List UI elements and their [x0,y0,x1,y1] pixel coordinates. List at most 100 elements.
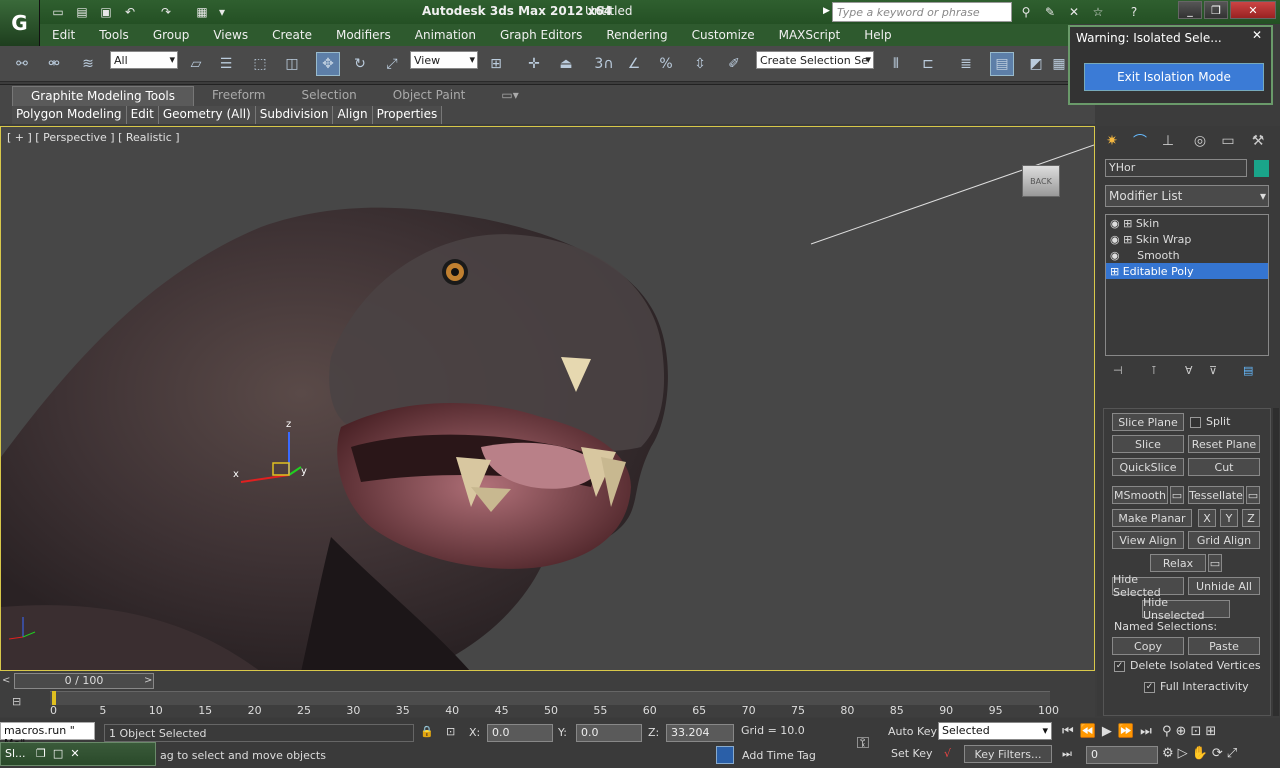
menu-modifiers[interactable]: Modifiers [324,28,403,42]
maximize-icon[interactable]: □ [53,747,63,760]
orbit-icon[interactable]: ⟳ [1212,746,1227,761]
delete-isolated-vertices-checkbox[interactable]: ✓ Delete Isolated Vertices [1114,659,1261,672]
panel-subdivision[interactable]: Subdivision [255,106,334,124]
select-object-icon[interactable]: ▱ [184,52,208,76]
previous-frame-icon[interactable]: ⏪ [1080,724,1102,739]
absolute-mode-icon[interactable]: ⊡ [446,725,455,738]
play-icon[interactable]: ▶ [1102,724,1118,739]
binoculars-icon[interactable]: ⚲ [1016,3,1036,21]
modify-tab-icon[interactable]: ⌒ [1129,130,1151,152]
menu-create[interactable]: Create [260,28,324,42]
cut-button[interactable]: Cut [1188,458,1260,476]
reference-coordinate-dropdown[interactable]: View ▾ [410,51,478,69]
hide-unselected-button[interactable]: Hide Unselected [1142,596,1230,622]
x-coordinate-input[interactable]: 0.0 [487,724,553,742]
lightbulb-icon[interactable]: ◉ [1110,249,1120,262]
unlink-icon[interactable]: ⚮ [42,52,66,76]
zoom-extents-icon[interactable]: ⊡ [1190,724,1205,739]
open-file-icon[interactable]: ▤ [72,3,92,21]
split-checkbox[interactable]: Split [1190,415,1230,428]
menu-graph-editors[interactable]: Graph Editors [488,28,594,42]
rectangular-selection-icon[interactable]: ⬚ [248,52,272,76]
paste-button[interactable]: Paste [1188,637,1260,655]
maximize-viewport-icon[interactable]: ⤢ [1227,746,1241,761]
project-folder-icon[interactable]: ▦ [192,3,212,21]
zoom-icon[interactable]: ⚲ [1162,724,1176,739]
make-unique-icon[interactable]: ∀ [1185,364,1193,377]
taskbar-item[interactable]: Sl... ❐ □ ✕ [0,742,156,766]
relax-settings-icon[interactable]: ▭ [1208,554,1222,572]
select-by-name-icon[interactable]: ☰ [214,52,238,76]
zoom-all-icon[interactable]: ⊕ [1176,724,1191,739]
set-keys-key-icon[interactable]: ⚿ [846,728,880,758]
slice-button[interactable]: Slice [1112,435,1184,453]
set-key-button[interactable]: Set Key [891,747,933,760]
viewcube[interactable]: BACK [1022,165,1060,197]
select-and-rotate-icon[interactable]: ↻ [348,52,372,76]
snaps-toggle-icon[interactable]: 3 ∩ [592,52,616,76]
field-of-view-icon[interactable]: ▷ [1178,746,1192,761]
time-slider[interactable]: 0 / 100 [14,673,154,689]
msmooth-button[interactable]: MSmooth [1112,486,1168,504]
grid-align-button[interactable]: Grid Align [1188,531,1260,549]
slice-plane-button[interactable]: Slice Plane [1112,413,1184,431]
lightbulb-icon[interactable]: ◉ [1110,233,1120,246]
maxscript-listener-field[interactable]: macros.run " Mo" [0,722,95,750]
add-time-tag[interactable]: Add Time Tag [742,749,816,762]
expand-plus-icon[interactable]: ⊞ [1123,217,1132,230]
save-icon[interactable]: ▣ [96,3,116,21]
configure-sets-icon[interactable]: ▤ [1243,364,1253,377]
key-mode-toggle-icon[interactable]: ⏭ [1062,747,1072,761]
menu-maxscript[interactable]: MAXScript [767,28,853,42]
object-color-swatch[interactable] [1254,160,1269,177]
copy-button[interactable]: Copy [1112,637,1184,655]
angle-snap-icon[interactable]: ∠ [622,52,646,76]
select-manipulate-icon[interactable]: ✛ [522,52,546,76]
mirror-icon[interactable]: ⫴ [884,52,908,76]
panel-align[interactable]: Align [333,106,373,124]
spinner-snap-icon[interactable]: ⇳ [688,52,712,76]
selection-lock-icon[interactable]: 🔒 [420,725,434,738]
menu-customize[interactable]: Customize [680,28,767,42]
selection-filter-dropdown[interactable]: All ▾ [110,51,178,69]
reset-plane-button[interactable]: Reset Plane [1188,435,1260,453]
unhide-all-button[interactable]: Unhide All [1188,577,1260,595]
select-and-scale-icon[interactable]: ⤢ [380,52,404,76]
tessellate-settings-icon[interactable]: ▭ [1246,486,1260,504]
ribbon-options-icon[interactable]: ▭▾ [483,86,536,106]
panel-polygon-modeling[interactable]: Polygon Modeling [12,106,127,124]
tab-object-paint[interactable]: Object Paint [375,86,484,106]
hide-selected-button[interactable]: Hide Selected [1112,573,1184,599]
time-marker[interactable] [52,691,56,705]
search-expand-icon[interactable]: ▶ [823,6,830,16]
full-interactivity-checkbox[interactable]: ✓ Full Interactivity [1144,680,1249,693]
redo-icon[interactable]: ↷ [156,3,176,21]
menu-views[interactable]: Views [201,28,260,42]
named-selection-sets-dropdown[interactable]: Create Selection Se ▾ [756,51,874,69]
quick-access-dropdown-icon[interactable]: ▾ [212,3,232,21]
undo-icon[interactable]: ↶ [120,3,140,21]
search-input[interactable]: Type a keyword or phrase [832,2,1012,22]
display-tab-icon[interactable]: ▭ [1217,130,1239,152]
align-icon[interactable]: ⊏ [916,52,940,76]
time-config-icon[interactable]: ⚙ [1162,746,1178,761]
creature-model[interactable]: z y x [1,127,1094,670]
tab-graphite-modeling-tools[interactable]: Graphite Modeling Tools [12,86,195,106]
communication-icon[interactable]: ✕ [1064,3,1084,21]
planar-y-button[interactable]: Y [1220,509,1238,527]
go-to-end-icon[interactable]: ⏭ [1140,724,1158,739]
view-align-button[interactable]: View Align [1112,531,1184,549]
time-tag-icon[interactable] [716,746,734,764]
create-tab-icon[interactable]: ✷ [1101,130,1123,152]
relax-button[interactable]: Relax [1150,554,1206,572]
utilities-tab-icon[interactable]: ⚒ [1247,130,1269,152]
stack-item-editable-poly[interactable]: ⊞ Editable Poly [1106,263,1268,279]
percent-snap-icon[interactable]: % [654,52,678,76]
edit-named-selection-icon[interactable]: ✐ [722,52,746,76]
key-mode-icon[interactable]: √ [944,747,951,760]
pan-hand-icon[interactable]: ✋ [1192,746,1212,761]
auto-key-button[interactable]: Auto Key [888,725,937,738]
pivot-center-icon[interactable]: ⊞ [484,52,508,76]
close-icon[interactable]: ✕ [70,747,79,760]
menu-rendering[interactable]: Rendering [594,28,679,42]
